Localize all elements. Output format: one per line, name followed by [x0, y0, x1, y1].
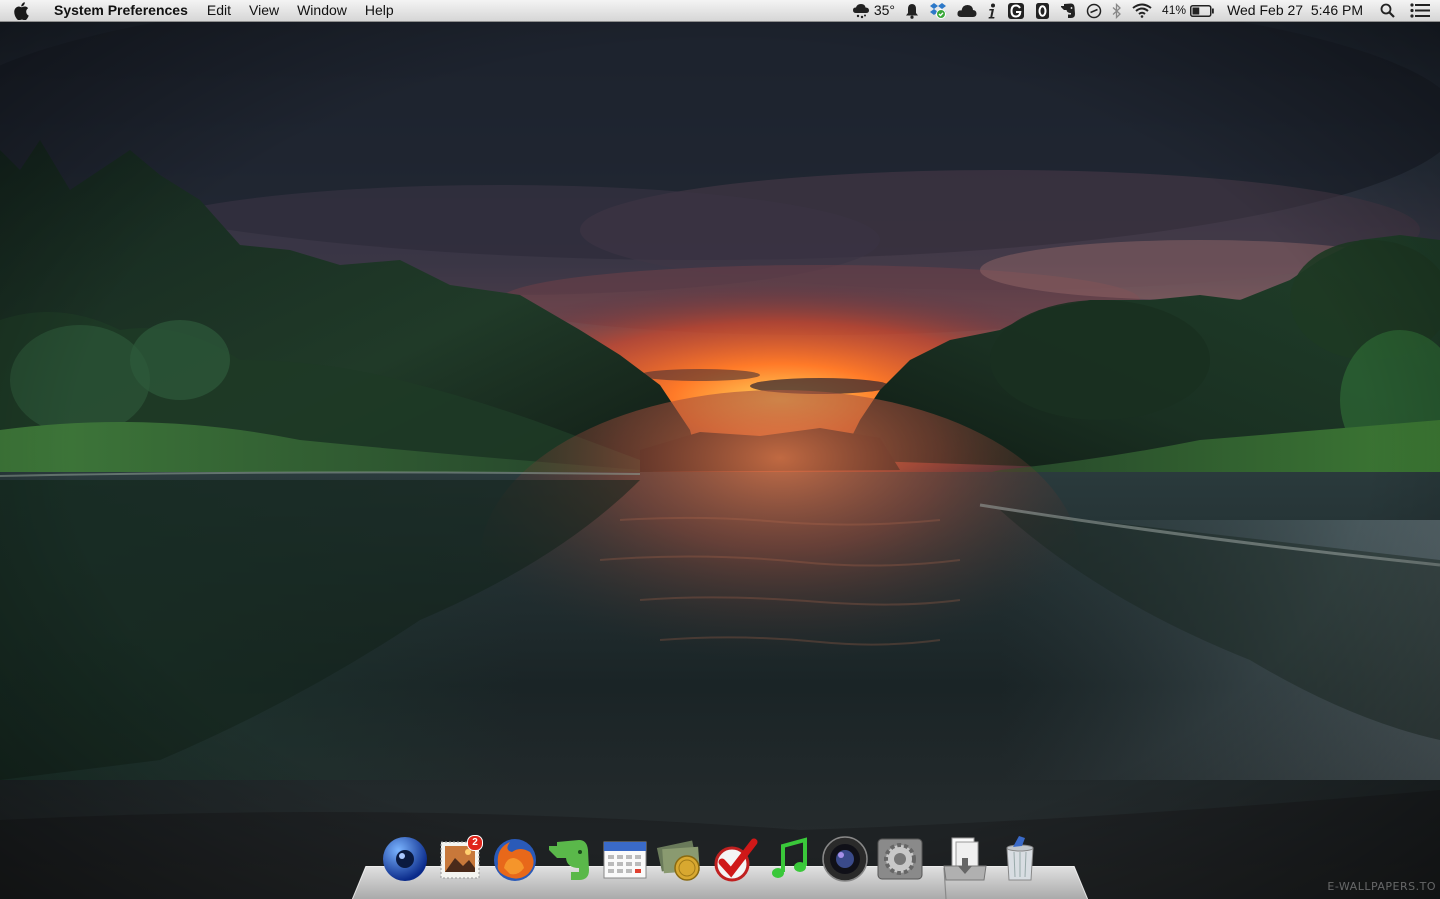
bluetooth-status[interactable]: [1107, 0, 1127, 21]
dock-item-firefox[interactable]: [490, 834, 540, 888]
wifi-icon: [1132, 3, 1152, 18]
menu-view[interactable]: View: [240, 0, 288, 21]
minus-circle-icon: [1086, 3, 1102, 18]
battery-status[interactable]: 41%: [1157, 0, 1219, 21]
elephant-icon: [1061, 3, 1076, 18]
cloud-app-status[interactable]: [952, 0, 982, 21]
notification-status[interactable]: [900, 0, 924, 21]
app-menu-system-preferences[interactable]: System Preferences: [42, 0, 198, 21]
snow-cloud-icon: [852, 3, 869, 18]
dock-item-mail[interactable]: 2: [435, 834, 485, 888]
wallpaper-watermark: E-WALLPAPERS.TO: [1327, 880, 1436, 893]
menu-edit[interactable]: Edit: [198, 0, 240, 21]
dock: 2: [380, 832, 1050, 888]
scratch-status[interactable]: [1030, 0, 1055, 21]
dock-item-calendar[interactable]: [600, 834, 650, 888]
battery-icon: [1190, 4, 1214, 17]
apple-menu[interactable]: [0, 0, 42, 21]
screen-capture-status[interactable]: [1002, 0, 1030, 21]
bell-icon: [906, 3, 919, 19]
cloud-icon: [957, 4, 977, 17]
date-time: Wed Feb 27 5:46 PM: [1227, 2, 1363, 18]
menu-help[interactable]: Help: [356, 0, 403, 21]
dock-item-trash[interactable]: [995, 834, 1045, 888]
info-status[interactable]: [982, 0, 1002, 21]
checkmark-icon: [714, 838, 758, 882]
wifi-status[interactable]: [1127, 0, 1157, 21]
dock-item-tasks[interactable]: [710, 834, 760, 888]
info-icon: [988, 3, 996, 18]
bluetooth-icon: [1112, 2, 1121, 19]
zero-box-icon: [1036, 2, 1050, 19]
downloads-stack-icon: [943, 837, 987, 881]
battery-percentage: 41%: [1162, 3, 1187, 17]
weather-temperature: 35°: [873, 2, 896, 18]
menu-bar: System Preferences Edit View Window Help…: [0, 0, 1440, 22]
dropbox-sync-icon: [930, 3, 947, 19]
notification-center-button[interactable]: [1404, 0, 1440, 21]
menu-window[interactable]: Window: [288, 0, 356, 21]
dock-item-globe[interactable]: [380, 834, 430, 888]
capture-g-icon: [1008, 2, 1025, 19]
camera-lens-icon: [822, 836, 868, 882]
list-bullets-icon: [1410, 3, 1430, 18]
dock-item-camera[interactable]: [820, 834, 870, 888]
spotlight-button[interactable]: [1371, 0, 1404, 21]
weather-status[interactable]: 35°: [847, 0, 900, 21]
trash-icon: [1006, 836, 1034, 881]
apple-icon: [14, 1, 29, 20]
dock-item-downloads[interactable]: [940, 834, 990, 888]
mail-badge: 2: [467, 835, 483, 851]
desktop[interactable]: E-WALLPAPERS.TO System Preferences Edit …: [0, 0, 1440, 899]
globe-eye-icon: [383, 837, 427, 881]
firefox-icon: [494, 839, 536, 881]
magnifier-icon: [1380, 3, 1395, 18]
money-icon: [656, 840, 700, 881]
dock-item-evernote[interactable]: [545, 834, 595, 888]
evernote-icon: [549, 840, 589, 880]
dropbox-status[interactable]: [924, 0, 952, 21]
clock[interactable]: Wed Feb 27 5:46 PM: [1219, 0, 1371, 21]
evernote-status[interactable]: [1055, 0, 1081, 21]
dock-item-music[interactable]: [765, 834, 815, 888]
dock-item-system-preferences[interactable]: [875, 834, 925, 888]
system-preferences-icon: [877, 838, 923, 880]
wallpaper: [0, 0, 1440, 899]
calendar-icon: [603, 841, 647, 879]
music-note-icon: [772, 837, 807, 878]
do-not-disturb-status[interactable]: [1081, 0, 1107, 21]
dock-item-finance[interactable]: [655, 834, 705, 888]
